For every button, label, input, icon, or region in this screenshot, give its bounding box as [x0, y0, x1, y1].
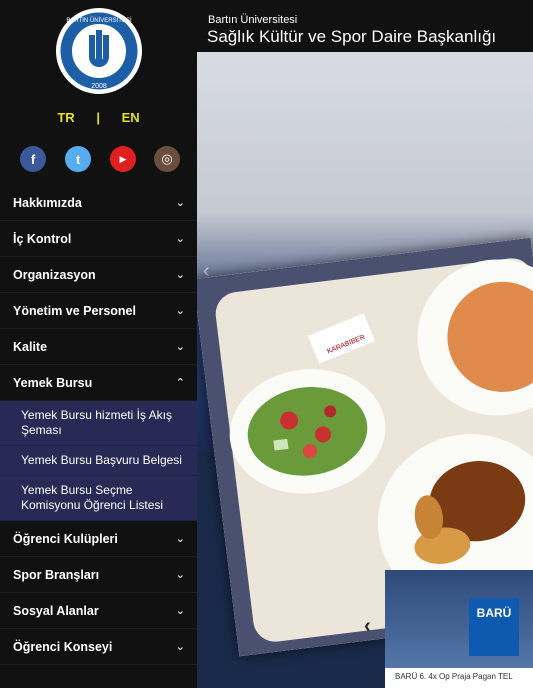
lang-separator: | — [96, 110, 100, 125]
logo-year: 2008 — [91, 83, 107, 90]
menu-item-ic-kontrol[interactable]: İç Kontrol ⌄ — [0, 221, 197, 257]
twitter-icon[interactable]: t — [65, 146, 91, 172]
sidebar-menu: Hakkımızda ⌄ İç Kontrol ⌄ Organizasyon ⌄ Yö… — [0, 185, 197, 665]
header-subtitle: Bartın Üniversitesi — [208, 14, 298, 26]
lang-tr-link[interactable]: TR — [57, 110, 74, 125]
menu-item-spor-branslari[interactable]: Spor Branşları ⌄ — [0, 557, 197, 593]
submenu-item-komisyon[interactable]: Yemek Bursu Seçme Komisyonu Öğrenci List… — [0, 476, 197, 521]
instagram-icon[interactable]: ◎ — [154, 146, 180, 172]
menu-item-ogrenci-konseyi[interactable]: Öğrenci Konseyi ⌄ — [0, 629, 197, 665]
language-switcher: TR | EN — [0, 110, 197, 125]
chevron-down-icon: ⌄ — [175, 269, 185, 281]
chevron-down-icon: ⌄ — [175, 197, 185, 209]
chevron-up-icon: ⌃ — [175, 377, 185, 389]
lang-en-link[interactable]: EN — [122, 110, 140, 125]
chevron-down-icon: ⌄ — [175, 605, 185, 617]
menu-item-organizasyon[interactable]: Organizasyon ⌄ — [0, 257, 197, 293]
submenu-item-is-akis[interactable]: Yemek Bursu hizmeti İş Akış Şeması — [0, 401, 197, 446]
baru-banner: BARÜ — [469, 598, 519, 656]
chevron-down-icon: ⌄ — [175, 305, 185, 317]
menu-item-yonetim[interactable]: Yönetim ve Personel ⌄ — [0, 293, 197, 329]
page-title[interactable]: Sağlık Kültür ve Spor Daire Başkanlığı — [207, 27, 496, 47]
news-photo: BARÜ — [385, 570, 533, 668]
logo-arc-text: BARTIN ÜNİVERSİTESİ — [66, 17, 132, 24]
chevron-down-icon: ⌄ — [175, 641, 185, 653]
news-caption[interactable]: BARÜ 6. 4x Op Praja Pagan TEL — [395, 672, 513, 681]
news-prev-arrow[interactable]: ‹ — [364, 615, 371, 638]
menu-item-hakkimizda[interactable]: Hakkımızda ⌄ — [0, 185, 197, 221]
menu-item-ogrenci-kulupleri[interactable]: Öğrenci Kulüpleri ⌄ — [0, 521, 197, 557]
menu-item-kalite[interactable]: Kalite ⌄ — [0, 329, 197, 365]
chevron-down-icon: ⌄ — [175, 233, 185, 245]
chevron-down-icon: ⌄ — [175, 569, 185, 581]
sidebar: BARTIN ÜNİVERSİTESİ 2008 TR | EN f t ▶ ◎… — [0, 0, 197, 688]
main-content: ‹ KARABİBER ‹ BARÜ BARÜ 6. 4x Op Praja P… — [197, 52, 533, 688]
chevron-down-icon: ⌄ — [175, 533, 185, 545]
yemek-bursu-submenu: Yemek Bursu hizmeti İş Akış Şeması Yemek… — [0, 401, 197, 521]
menu-item-sosyal-alanlar[interactable]: Sosyal Alanlar ⌄ — [0, 593, 197, 629]
chevron-down-icon: ⌄ — [175, 341, 185, 353]
menu-item-yemek-bursu[interactable]: Yemek Bursu ⌃ — [0, 365, 197, 401]
facebook-icon[interactable]: f — [20, 146, 46, 172]
news-card[interactable]: BARÜ BARÜ 6. 4x Op Praja Pagan TEL — [385, 570, 533, 688]
university-logo[interactable]: BARTIN ÜNİVERSİTESİ 2008 — [56, 8, 142, 94]
youtube-icon[interactable]: ▶ — [110, 146, 136, 172]
submenu-item-basvuru[interactable]: Yemek Bursu Başvuru Belgesi — [0, 446, 197, 476]
social-links: f t ▶ ◎ — [20, 146, 180, 172]
site-header: Bartın Üniversitesi Sağlık Kültür ve Spo… — [197, 0, 533, 52]
